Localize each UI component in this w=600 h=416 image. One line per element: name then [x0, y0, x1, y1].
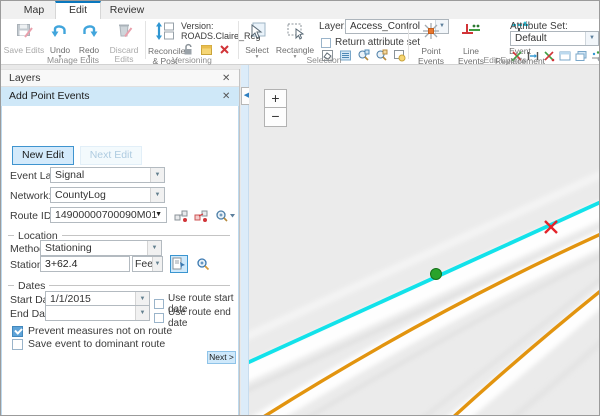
- layer-combobox-value: Access_Control: [350, 21, 420, 32]
- rectangle-select-icon: [275, 21, 315, 45]
- ribbon: Save Edits Undo ▼ Redo ▼ Discard Edits M…: [1, 19, 599, 65]
- end-date-combobox[interactable]: ▼: [45, 305, 150, 321]
- use-route-end-date-label: Use route end date: [168, 307, 238, 329]
- prevent-measures-checkbox[interactable]: Prevent measures not on route: [12, 325, 172, 337]
- redo-button[interactable]: Redo ▼: [75, 19, 103, 60]
- network-value: CountyLog: [55, 189, 106, 201]
- event-layer-value: Signal: [55, 169, 84, 181]
- method-caret[interactable]: ▼: [147, 241, 161, 255]
- dates-section-separator: Dates: [8, 280, 230, 291]
- ribbon-separator: [145, 21, 146, 59]
- add-point-events-header[interactable]: Add Point Events ✕: [1, 87, 239, 106]
- rectangle-select-button[interactable]: Rectangle ▼: [275, 19, 315, 60]
- point-events-icon: [411, 21, 451, 46]
- event-layer-combobox[interactable]: Signal ▼: [50, 167, 165, 183]
- version-label: Version:: [181, 21, 214, 31]
- station-units-combobox[interactable]: Feet ▼: [132, 256, 163, 272]
- tab-map[interactable]: Map: [13, 1, 55, 19]
- event-point-marker[interactable]: [431, 269, 442, 280]
- group-label-manage-edits: Manage Edits: [3, 55, 143, 65]
- undo-button[interactable]: Undo ▼: [46, 19, 74, 60]
- zoom-out-button[interactable]: −: [264, 108, 287, 127]
- layers-pane-header[interactable]: Layers ✕: [1, 69, 239, 87]
- trash-icon: [103, 21, 145, 45]
- route-id-label: Route ID:: [10, 210, 54, 222]
- network-combobox[interactable]: CountyLog ▼: [50, 187, 165, 203]
- map-zoom-control: + −: [264, 89, 287, 127]
- method-combobox[interactable]: Stationing ▼: [40, 240, 162, 256]
- undo-icon: [46, 21, 74, 45]
- add-point-events-panel: Layers ✕ Add Point Events ✕ New Edit Nex…: [1, 69, 240, 415]
- line-events-icon: [453, 21, 489, 46]
- new-edit-button[interactable]: New Edit: [12, 146, 74, 165]
- group-label-selection: Selection: [241, 55, 407, 65]
- map-canvas: [249, 65, 599, 415]
- dates-section-label: Dates: [18, 280, 45, 292]
- pick-location-tool[interactable]: [170, 255, 188, 273]
- add-point-events-close-icon[interactable]: ✕: [222, 87, 232, 106]
- select-button[interactable]: Select ▼: [241, 19, 273, 60]
- network-caret[interactable]: ▼: [150, 188, 164, 202]
- station-input[interactable]: [40, 256, 130, 272]
- reconcile-post-icon: [148, 21, 182, 46]
- attribute-set-combobox[interactable]: Default ▼: [510, 31, 599, 46]
- ribbon-tabstrip: Map Edit Review: [1, 1, 599, 19]
- main-area: Layers ✕ Add Point Events ✕ New Edit Nex…: [1, 65, 599, 415]
- add-point-events-body: New Edit Next Edit Event Layer: Signal ▼…: [1, 106, 239, 415]
- dock-strip[interactable]: [241, 65, 249, 415]
- start-date-value: 1/1/2015: [50, 293, 91, 305]
- route-id-caret[interactable]: ▼: [155, 208, 162, 222]
- station-units-caret[interactable]: ▼: [152, 257, 162, 271]
- group-label-edit-events: Edit Events: [411, 55, 599, 65]
- ribbon-separator: [408, 21, 409, 59]
- checkbox-box[interactable]: [12, 339, 23, 350]
- zoom-to-route-icon[interactable]: [215, 209, 237, 222]
- start-date-caret[interactable]: ▼: [135, 292, 149, 306]
- map-view[interactable]: + −: [249, 65, 599, 415]
- select-cursor-icon: [241, 21, 273, 45]
- prevent-measures-label: Prevent measures not on route: [28, 325, 172, 337]
- save-dominant-label: Save event to dominant route: [28, 338, 165, 350]
- checkbox-box[interactable]: [154, 313, 164, 323]
- redo-icon: [75, 21, 103, 45]
- network-label: Network:: [10, 190, 51, 202]
- layers-close-icon[interactable]: ✕: [222, 70, 232, 86]
- checkbox-box[interactable]: [321, 38, 331, 48]
- attribute-set-value: Default: [515, 33, 547, 44]
- attribute-set-caret[interactable]: ▼: [585, 32, 598, 45]
- save-edits-button[interactable]: Save Edits: [3, 19, 45, 55]
- next-button[interactable]: Next >: [207, 351, 236, 364]
- layers-pane-title: Layers: [9, 72, 41, 84]
- method-value: Stationing: [45, 242, 92, 254]
- group-label-versioning: Versioning: [147, 55, 237, 65]
- zoom-in-button[interactable]: +: [264, 89, 287, 108]
- route-id-value: 14900000700090M01: [55, 209, 157, 221]
- add-point-events-title: Add Point Events: [9, 90, 90, 102]
- save-icon: [3, 21, 45, 45]
- event-layer-caret[interactable]: ▼: [150, 168, 164, 182]
- return-attribute-set-checkbox[interactable]: Return attribute set: [321, 37, 420, 48]
- next-edit-button[interactable]: Next Edit: [80, 146, 142, 165]
- ribbon-separator: [238, 21, 239, 59]
- select-route-active-icon[interactable]: [194, 209, 207, 222]
- zoom-to-station-icon[interactable]: [196, 257, 209, 270]
- tab-edit[interactable]: Edit: [55, 1, 101, 19]
- route-id-combobox[interactable]: 14900000700090M01 ▼: [50, 207, 167, 223]
- save-edits-label: Save Edits: [3, 46, 45, 55]
- tab-review[interactable]: Review: [101, 1, 153, 19]
- app-window: Map Edit Review Save Edits Undo ▼ Redo ▼: [0, 0, 600, 416]
- layer-label: Layer:: [319, 21, 347, 32]
- save-dominant-checkbox[interactable]: Save event to dominant route: [12, 338, 165, 350]
- end-date-caret[interactable]: ▼: [135, 306, 149, 320]
- checkbox-box[interactable]: [12, 326, 23, 337]
- select-route-on-map-icon[interactable]: [174, 209, 187, 222]
